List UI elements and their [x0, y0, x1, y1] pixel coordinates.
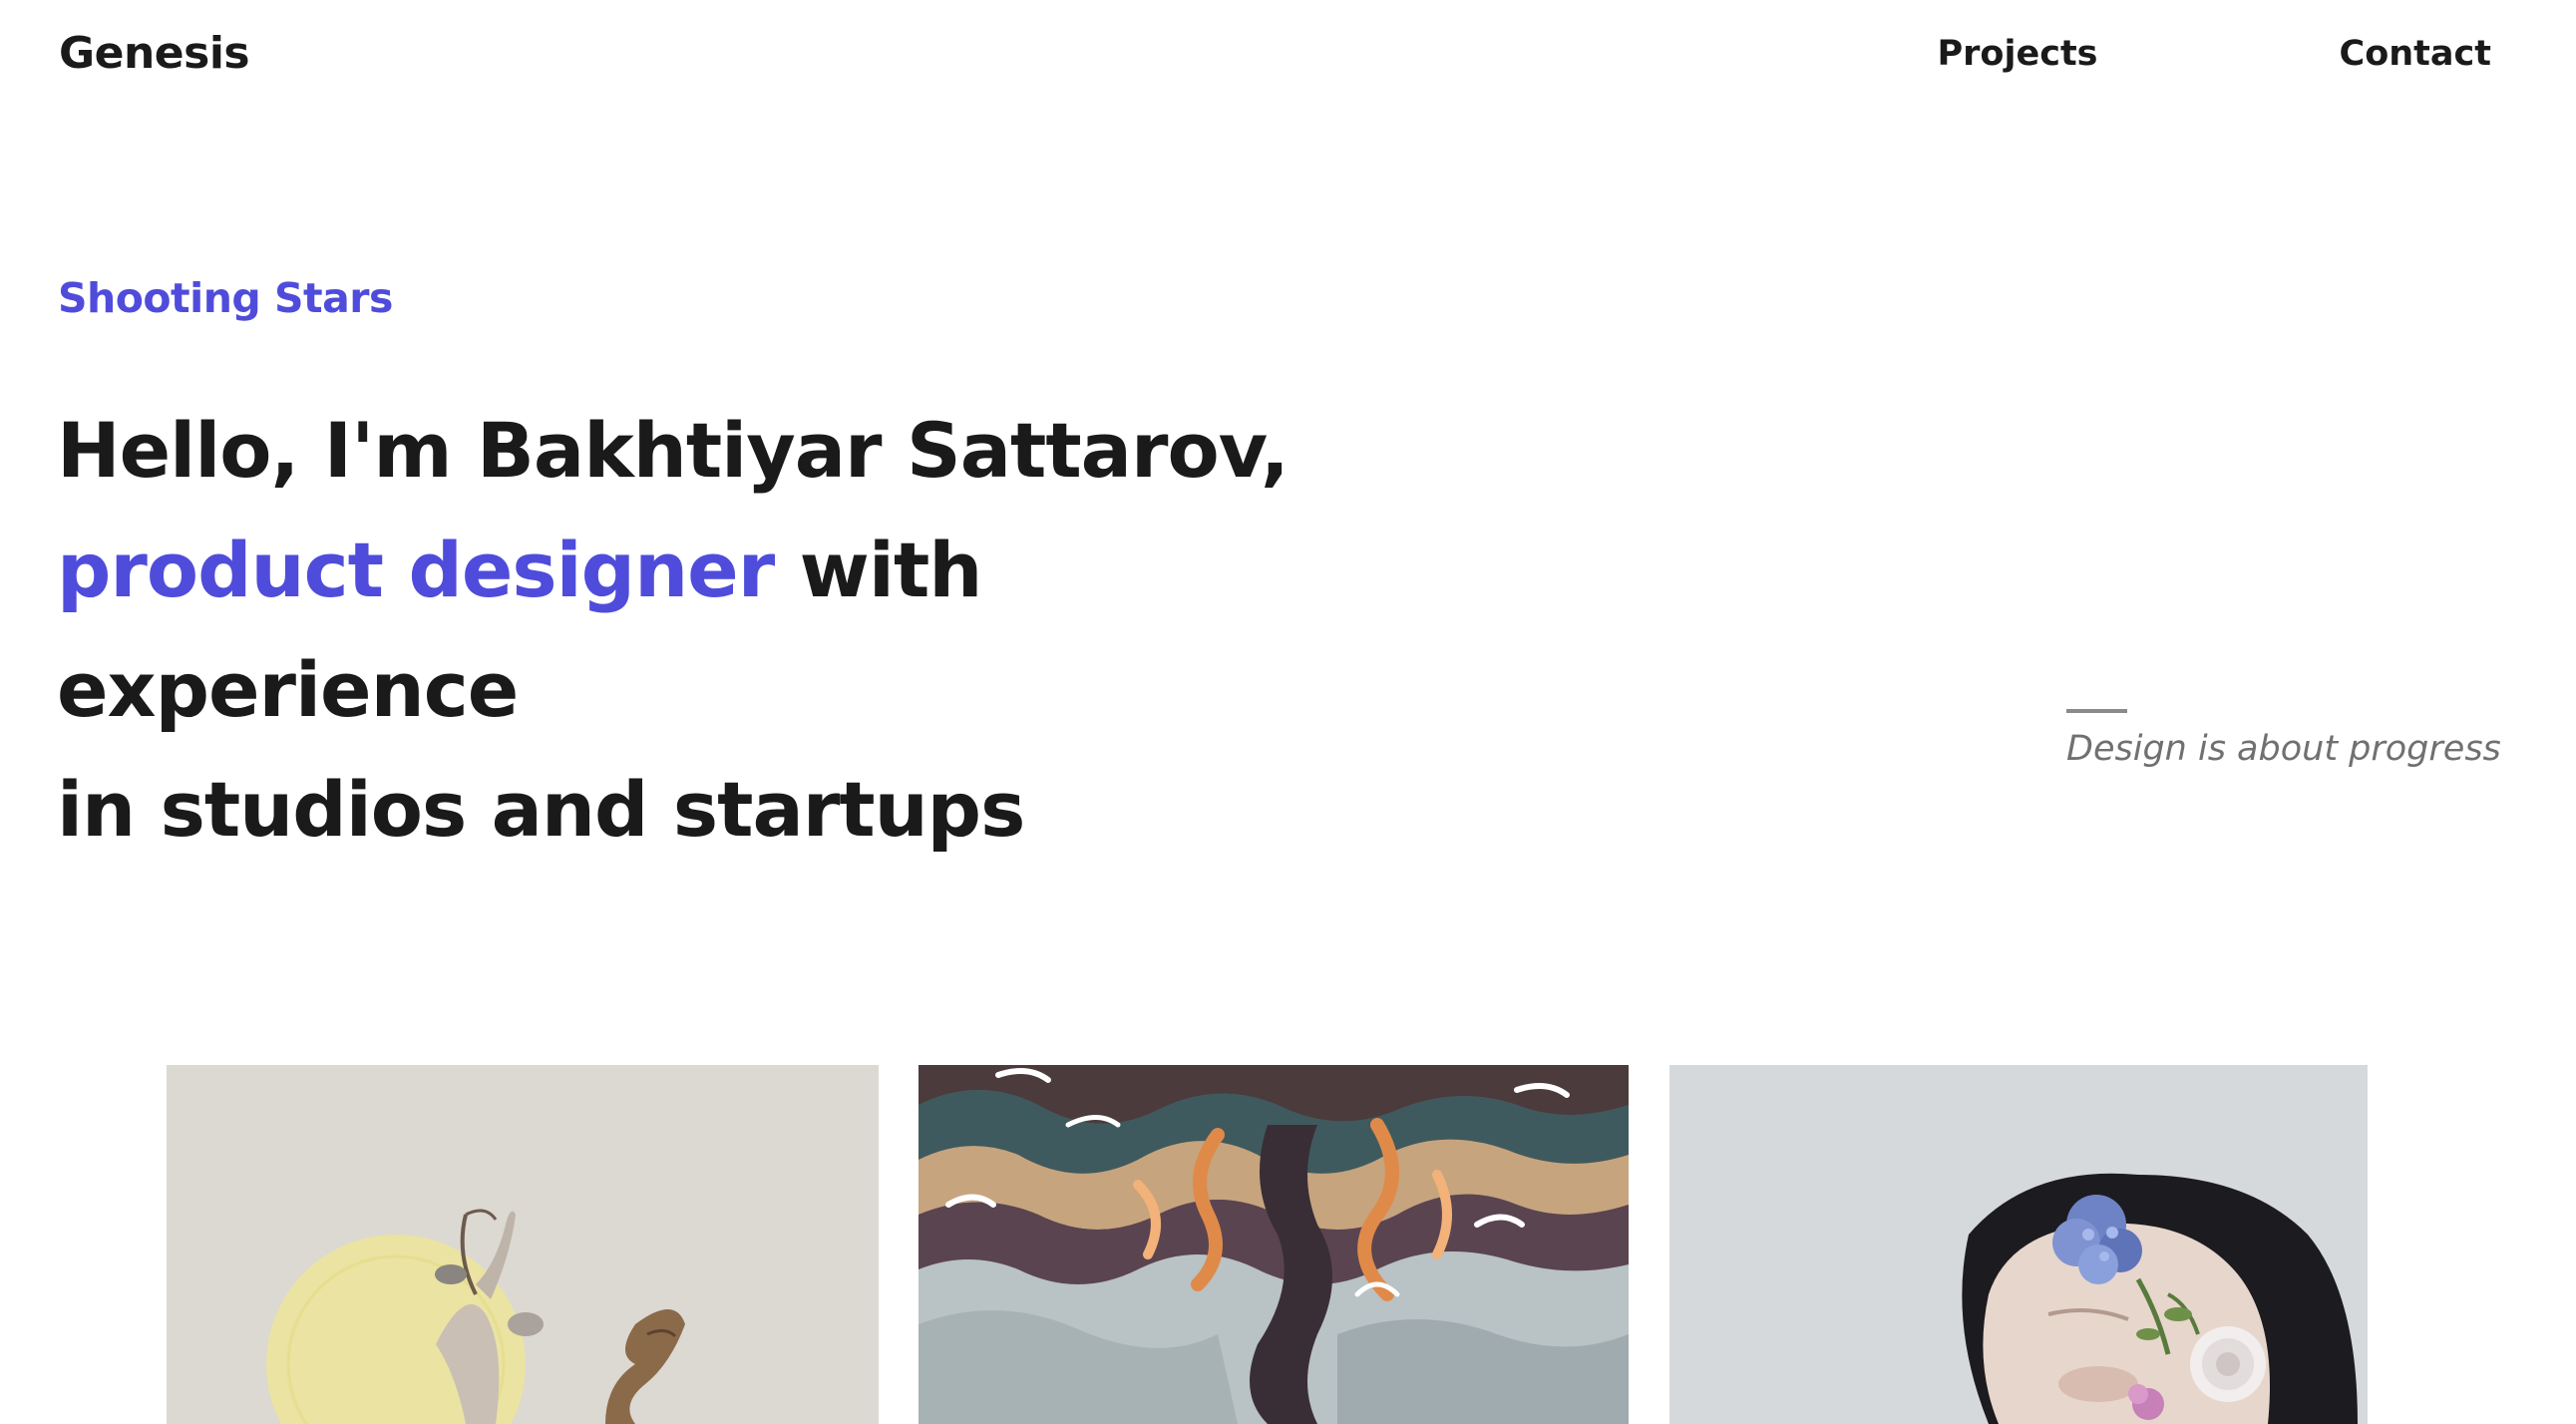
main-nav: Projects Contact: [1938, 34, 2492, 74]
project-gallery: [0, 1065, 2576, 1424]
hero-headline: Hello, I'm Bakhtiyar Sattarov, product d…: [57, 391, 1453, 870]
hero-tagline: Design is about progress: [2066, 729, 2501, 769]
headline-line-3: in studios and startups: [57, 765, 1025, 854]
nav-contact[interactable]: Contact: [2340, 34, 2491, 74]
headline-line-1: Hello, I'm Bakhtiyar Sattarov,: [57, 406, 1289, 495]
tagline-divider: [2066, 709, 2127, 713]
flower-portrait-photo-icon: [1669, 1065, 2368, 1424]
project-card-2[interactable]: [919, 1065, 1629, 1424]
hero-eyebrow: Shooting Stars: [58, 274, 393, 322]
headline-accent: product designer: [57, 526, 775, 614]
project-card-3[interactable]: [1669, 1065, 2368, 1424]
brand-logo[interactable]: Genesis: [59, 28, 250, 79]
abstract-wave-tree-artwork-icon: [919, 1065, 1629, 1424]
nav-projects[interactable]: Projects: [1938, 34, 2098, 74]
project-card-1[interactable]: [167, 1065, 879, 1424]
surreal-archer-artwork-icon: [167, 1065, 879, 1424]
